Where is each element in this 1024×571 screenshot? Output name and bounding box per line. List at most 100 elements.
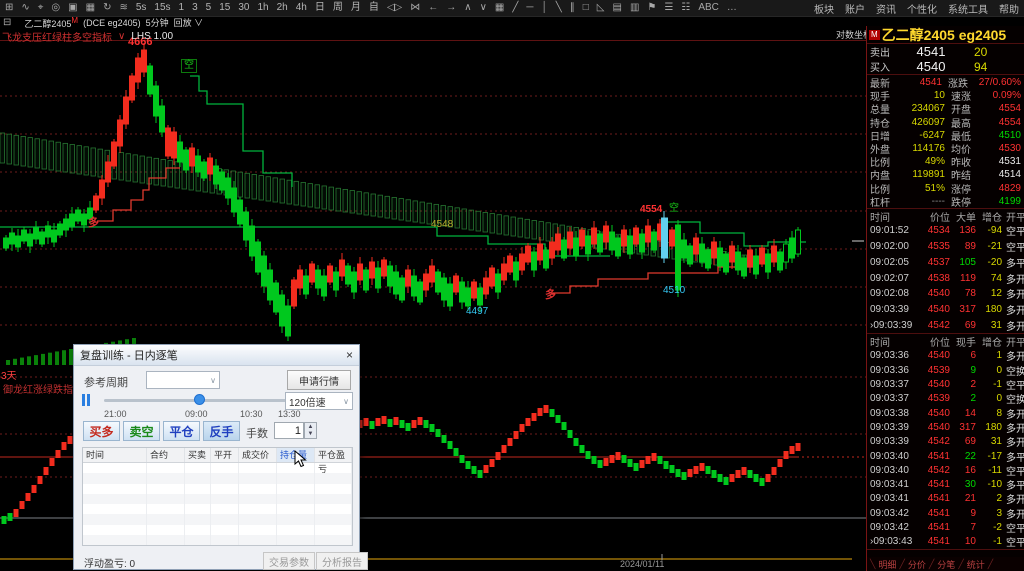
tick-time: 09:03:41 xyxy=(870,479,909,491)
tick-row[interactable]: 09:03:41 4541 30 -10 多平 xyxy=(867,477,1024,493)
tick-open-close-flag: 多开 xyxy=(1006,290,1024,302)
spin-down-icon[interactable]: ▼ xyxy=(308,431,314,438)
tick-row[interactable]: 09:03:39 4540 317 180 多开 xyxy=(867,302,1024,318)
indicator-scale-label: LHS 1.00 xyxy=(131,31,174,42)
tick-time: 09:03:41 xyxy=(870,493,909,505)
floating-pl-label: 浮动盈亏: 0 xyxy=(84,559,136,570)
analysis-report-button[interactable]: 分析报告 xyxy=(316,552,368,570)
tick-row[interactable]: 09:03:36 4540 6 1 多开 xyxy=(867,348,1024,363)
chevron-down-icon[interactable]: ∨ xyxy=(118,31,125,42)
reference-period-dropdown[interactable]: ∨ xyxy=(146,371,220,389)
big-order-tick-table[interactable]: 时间 价位 大单 增仓 开平 09:01:52 4534 136 -94 空平 09:02:00 45… xyxy=(867,209,1024,335)
quote-value: 234067 xyxy=(911,103,945,115)
log-col-成交价[interactable]: 成交价 xyxy=(239,448,277,462)
tick-oi-change: 12 xyxy=(990,288,1002,300)
close-icon[interactable]: × xyxy=(346,348,353,362)
main-indicator-title[interactable]: 飞龙支压红绿柱多空指标 ∨ LHS 1.00 xyxy=(2,29,173,44)
request-quotes-button[interactable]: 申请行情 xyxy=(287,370,351,390)
tick-row[interactable]: 09:03:40 4542 16 -11 空平 xyxy=(867,463,1024,478)
log-col-时间[interactable]: 时间 xyxy=(83,448,147,462)
tick-row[interactable]: 09:03:38 4540 14 8 多开 xyxy=(867,406,1024,421)
tick-row[interactable]: 09:02:00 4535 89 -21 空平 xyxy=(867,239,1024,255)
tick-price: 4541 xyxy=(927,536,950,548)
trade-button-反手[interactable]: 反手 xyxy=(203,421,240,441)
tick-open-close-flag: 空平 xyxy=(1006,381,1024,393)
tick-row[interactable]: 09:03:40 4541 22 -17 多平 xyxy=(867,449,1024,464)
slider-thumb[interactable] xyxy=(194,394,205,405)
quote-value: 0.09% xyxy=(992,90,1021,102)
menu-帮助[interactable]: 帮助 xyxy=(999,1,1019,16)
tick-col-增仓: 增仓 xyxy=(982,212,1002,224)
tick-time: 09:03:37 xyxy=(870,393,909,405)
tick-row[interactable]: 09:02:07 4538 119 74 多开 xyxy=(867,270,1024,286)
log-col-平仓盈亏[interactable]: 平仓盈亏 xyxy=(315,448,352,474)
trade-log-empty-row xyxy=(83,524,352,536)
tick-open-close-flag: 多开 xyxy=(1006,409,1024,421)
trade-button-平仓[interactable]: 平仓 xyxy=(163,421,200,441)
dialog-titlebar[interactable]: 复盘训练 - 日内逐笔 × xyxy=(74,345,359,366)
tick-row[interactable]: 09:03:41 4541 21 2 多开 xyxy=(867,491,1024,506)
tick-time: 09:01:52 xyxy=(870,225,909,237)
tick-open-close-flag: 多开 xyxy=(1006,438,1024,450)
trade-log-empty-row xyxy=(83,473,352,484)
chevron-down-icon: ∨ xyxy=(210,375,216,385)
trade-button-卖空[interactable]: 卖空 xyxy=(123,421,160,441)
tick-time: 09:02:07 xyxy=(870,272,909,284)
tick-row[interactable]: 09:03:37 4540 2 -1 空平 xyxy=(867,377,1024,393)
trade-params-button[interactable]: 交易参数 xyxy=(263,552,315,570)
tick-open-close-flag: 空平 xyxy=(1006,243,1024,255)
lots-stepper[interactable]: ▲ ▼ xyxy=(304,422,317,439)
tick-volume: 317 xyxy=(959,421,976,433)
tick-price: 4539 xyxy=(927,393,950,405)
tick-time: 09:02:00 xyxy=(870,241,909,253)
lots-label: 手数 xyxy=(246,428,268,440)
tick-open-close-flag: 多平 xyxy=(1006,481,1024,493)
speed-dropdown[interactable]: 120倍速 ∨ xyxy=(285,392,353,410)
ask-row[interactable]: 卖出 4541 20 xyxy=(867,44,1024,59)
tick-row[interactable]: 09:03:42 4541 9 3 多开 xyxy=(867,506,1024,521)
lots-input[interactable]: 1 xyxy=(274,422,304,439)
tick-row[interactable]: 09:03:42 4541 7 -2 空平 xyxy=(867,520,1024,535)
tab-分价[interactable]: 分价 xyxy=(908,558,926,571)
menu-系统工具[interactable]: 系统工具 xyxy=(948,1,988,16)
log-col-平开[interactable]: 平开 xyxy=(211,448,239,462)
quote-row: 内盘 119891 昨结 4514 xyxy=(867,168,1024,182)
quote-panel-title[interactable]: M 乙二醇2405 eg2405 xyxy=(867,26,1024,44)
tick-volume: 69 xyxy=(964,436,976,448)
quote-label: 杠杆 xyxy=(870,197,890,209)
pause-icon[interactable] xyxy=(82,394,92,406)
tick-row[interactable]: 09:02:05 4537 105 -20 多平 xyxy=(867,254,1024,270)
tab-明细[interactable]: 明细 xyxy=(878,558,896,571)
tick-oi-change: 180 xyxy=(985,421,1002,433)
bid-row[interactable]: 买入 4540 94 xyxy=(867,59,1024,74)
quote-value: 426097 xyxy=(911,116,945,128)
tick-price: 4541 xyxy=(927,493,950,505)
menu-个性化[interactable]: 个性化 xyxy=(907,1,937,16)
tick-col-价位: 价位 xyxy=(930,338,950,350)
tick-time: ›09:03:39 xyxy=(870,320,913,332)
trade-log-header[interactable]: 时间 合约 买卖 平开 成交价 持仓量 平仓盈亏 xyxy=(83,448,352,474)
trade-button-买多[interactable]: 买多 xyxy=(83,421,120,441)
trade-log-table[interactable]: 时间 合约 买卖 平开 成交价 持仓量 平仓盈亏 xyxy=(82,447,353,546)
tick-row[interactable]: 09:03:39 4542 69 31 多开 xyxy=(867,434,1024,450)
tick-col-时间: 时间 xyxy=(870,338,890,350)
tick-oi-change: -94 xyxy=(987,225,1002,237)
tick-row[interactable]: ›09:03:39 4542 69 31 多开 xyxy=(867,318,1024,334)
tick-row[interactable]: ›09:03:43 4541 10 -1 空平 xyxy=(867,534,1024,549)
quote-value: 51% xyxy=(924,182,945,194)
tick-detail-table[interactable]: 时间 价位 现手 增仓 开平 09:03:36 4540 6 1 多开 09:03:36 4539 9 0… xyxy=(867,334,1024,550)
tick-row[interactable]: 09:01:52 4534 136 -94 空平 xyxy=(867,223,1024,239)
tick-row[interactable]: 09:03:37 4539 2 0 空换 xyxy=(867,391,1024,406)
log-col-合约[interactable]: 合约 xyxy=(147,448,185,462)
tick-row[interactable]: 09:02:08 4540 78 12 多开 xyxy=(867,286,1024,302)
spin-up-icon[interactable]: ▲ xyxy=(308,424,314,431)
tick-row[interactable]: 09:03:36 4539 9 0 空换 xyxy=(867,363,1024,378)
tick-col-价位: 价位 xyxy=(930,212,950,224)
log-col-买卖[interactable]: 买卖 xyxy=(185,448,211,462)
tab-分笔[interactable]: 分笔 xyxy=(937,558,955,571)
tick-price: 4541 xyxy=(927,522,950,534)
menu-资讯[interactable]: 资讯 xyxy=(876,1,896,16)
tick-row[interactable]: 09:03:39 4540 317 180 多开 xyxy=(867,420,1024,435)
tab-统计[interactable]: 统计 xyxy=(967,558,985,571)
tick-time: 09:03:39 xyxy=(870,304,909,316)
